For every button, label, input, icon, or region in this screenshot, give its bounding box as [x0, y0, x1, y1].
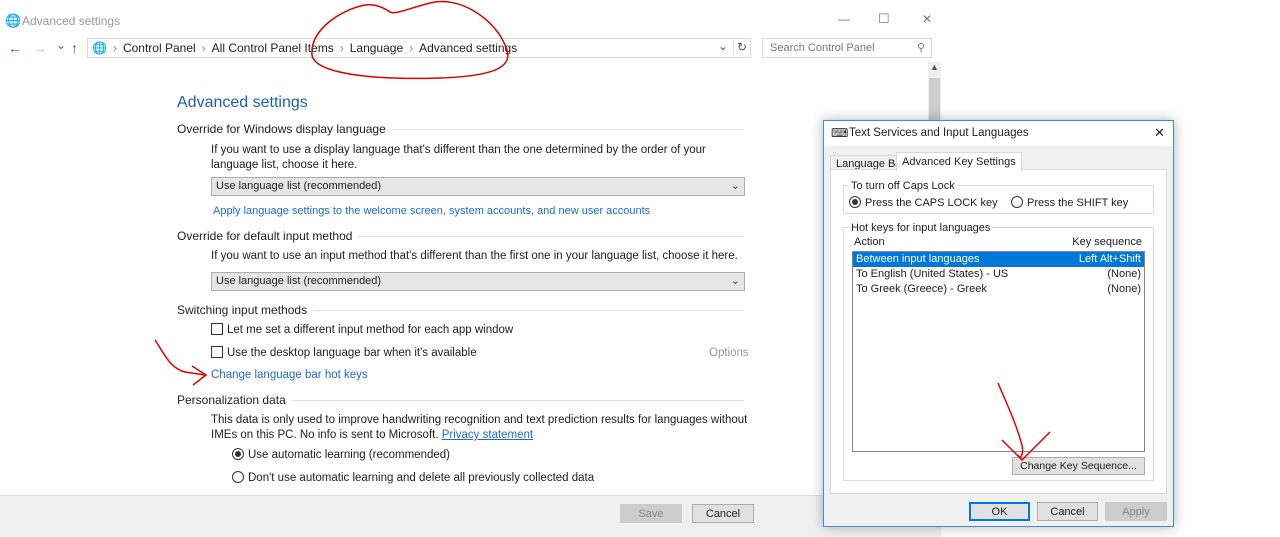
annotation-circle [311, 0, 509, 80]
tab-advanced-key-settings[interactable]: Advanced Key Settings [896, 152, 1022, 171]
annotation-arrow-left [154, 339, 208, 386]
red-annotations [154, 0, 1051, 462]
annotation-arrow-dialog [997, 382, 1051, 462]
